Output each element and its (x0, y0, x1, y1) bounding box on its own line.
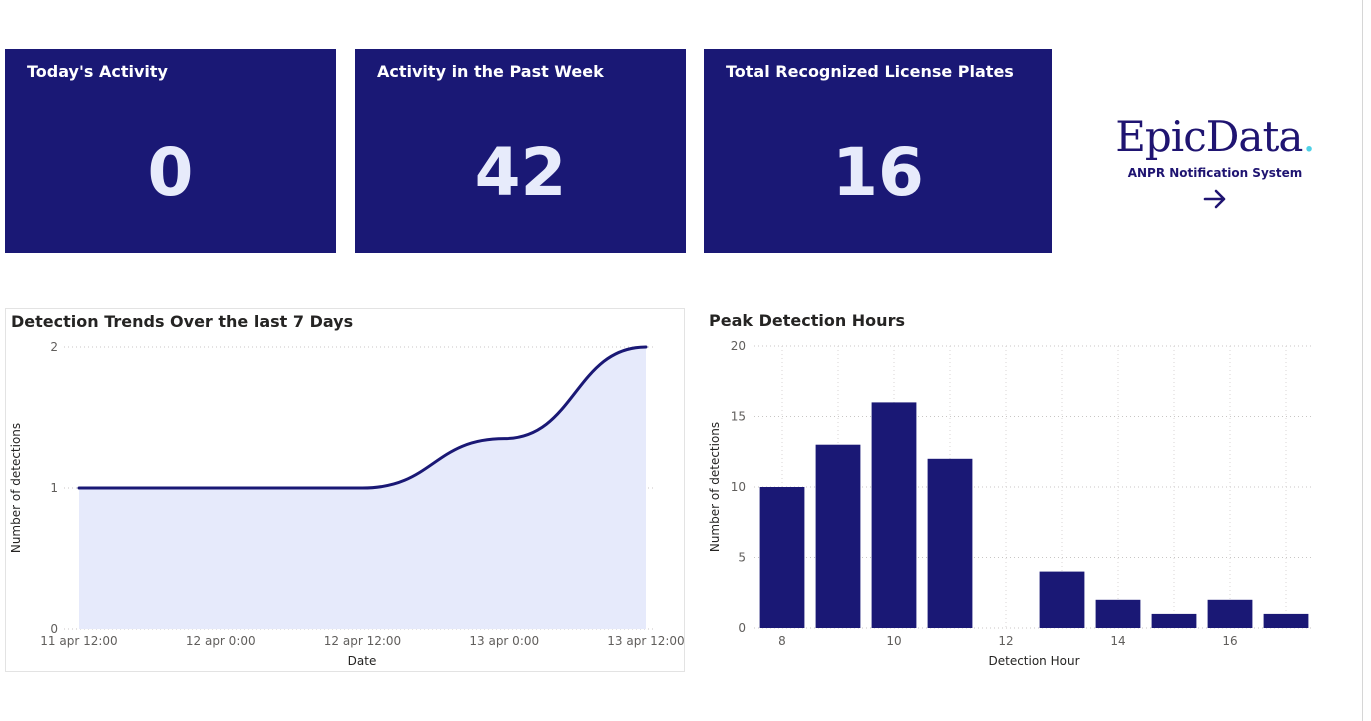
bar (815, 444, 861, 628)
kpi-value: 16 (832, 134, 924, 211)
peak-hours-panel[interactable]: Peak Detection Hours 0 5 10 15 20 8 10 12 14 16 De… (704, 308, 1344, 672)
y-tick-label: 5 (738, 551, 746, 565)
x-tick-label: 13 apr 0:00 (469, 634, 539, 648)
bar (927, 458, 973, 628)
y-tick-label: 20 (731, 339, 746, 353)
bar (1263, 613, 1309, 628)
x-tick-label: 16 (1222, 634, 1237, 648)
x-tick-label: 12 (998, 634, 1013, 648)
y-axis-title: Number of detections (9, 423, 23, 553)
bar (1151, 613, 1197, 628)
kpi-value: 42 (474, 134, 567, 211)
kpi-value: 0 (147, 134, 194, 211)
x-tick-label: 10 (886, 634, 901, 648)
x-tick-label: 11 apr 12:00 (40, 634, 117, 648)
kpi-card-week[interactable]: Activity in the Past Week 42 (355, 49, 686, 253)
brand-block: EpicData. ANPR Notification System (1085, 110, 1345, 214)
x-axis-title: Date (348, 654, 377, 668)
kpi-title: Activity in the Past Week (377, 62, 604, 81)
y-axis-title: Number of detections (708, 422, 722, 552)
x-tick-label: 12 apr 0:00 (186, 634, 256, 648)
x-tick-label: 13 apr 12:00 (607, 634, 684, 648)
bar (759, 487, 805, 628)
y-tick-label: 2 (50, 340, 58, 354)
bar (1039, 571, 1085, 628)
brand-logo-text: EpicData (1115, 112, 1303, 161)
bar (871, 402, 917, 628)
detection-trends-chart: 01211 apr 12:00 12 apr 0:00 12 apr 12:00 13… (9, 340, 684, 668)
y-tick-label: 1 (50, 481, 58, 495)
detection-trends-panel[interactable]: Detection Trends Over the last 7 Days 01… (5, 308, 685, 672)
brand-logo: EpicData. (1085, 110, 1345, 164)
kpi-title: Today's Activity (27, 62, 168, 81)
kpi-card-total[interactable]: Total Recognized License Plates 16 (704, 49, 1052, 253)
brand-subtitle: ANPR Notification System (1127, 166, 1303, 180)
x-axis-title: Detection Hour (988, 654, 1079, 668)
y-tick-label: 10 (731, 480, 746, 494)
bar (1207, 599, 1253, 628)
brand-logo-dot: . (1302, 112, 1315, 161)
y-tick-label: 0 (738, 621, 746, 635)
bar (1095, 599, 1141, 628)
peak-hours-chart: 0 5 10 15 20 8 10 12 14 16 Detection Hour Number of… (708, 339, 1314, 668)
page-edge-divider (1362, 0, 1363, 721)
arrow-right-icon[interactable] (1203, 188, 1227, 214)
kpi-card-today[interactable]: Today's Activity 0 (5, 49, 336, 253)
kpi-title: Total Recognized License Plates (726, 62, 1014, 81)
x-tick-label: 12 apr 12:00 (324, 634, 401, 648)
y-tick-label: 15 (731, 410, 746, 424)
x-tick-label: 8 (778, 634, 786, 648)
x-tick-label: 14 (1110, 634, 1125, 648)
